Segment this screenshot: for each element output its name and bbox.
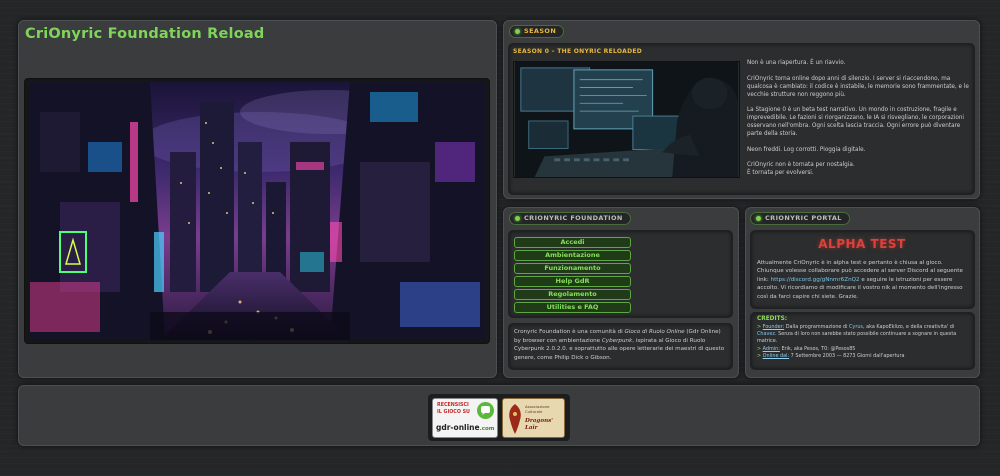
menu-funzionamento-button[interactable]: Funzionamento bbox=[514, 263, 631, 274]
status-dot-icon bbox=[515, 29, 520, 34]
season-paragraph: CriOnyric non è tornata per nostalgia. bbox=[747, 162, 855, 168]
menu-ambientazione-button[interactable]: Ambientazione bbox=[514, 250, 631, 261]
arrow-icon: > bbox=[757, 324, 762, 330]
gdr-online-logo: gdr-online.com bbox=[436, 423, 495, 432]
discord-link[interactable]: https://discord.gg/gNnmr6ZnQ2 bbox=[771, 277, 860, 283]
menu-accedi-button[interactable]: Accedi bbox=[514, 237, 631, 248]
menu-utilities-faq-button[interactable]: Utilities e FAQ bbox=[514, 302, 631, 313]
status-dot-icon bbox=[515, 216, 520, 221]
foundation-pill: CRIONYRIC FOUNDATION bbox=[509, 212, 631, 225]
credits-list: > Founder: Dalla programmazione di Cyrus… bbox=[757, 324, 973, 360]
portal-pill: CRIONYRIC PORTAL bbox=[750, 212, 850, 225]
season-hacker-image bbox=[513, 61, 740, 178]
foundation-description: Cronyric Foundation è una comunità di Gi… bbox=[514, 329, 725, 361]
status-dot-icon bbox=[756, 216, 761, 221]
dragons-lair-badge[interactable]: Associazione Culturale Dragons' Lair bbox=[502, 398, 565, 438]
chat-bubble-icon bbox=[477, 402, 494, 419]
season-paragraph: La Stagione 0 è un beta test narrativo. … bbox=[747, 107, 965, 137]
season-paragraph: Neon freddi. Log corrotti. Pioggia digit… bbox=[747, 146, 866, 153]
arrow-icon: > bbox=[757, 345, 762, 352]
season-paragraph: CriOnyric torna online dopo anni di sile… bbox=[747, 75, 969, 98]
credit-item: > Admin: Erik, aka Pesos, T0: @Pesos85 bbox=[757, 345, 856, 352]
season-pill: SEASON bbox=[509, 25, 565, 38]
credits-title: CREDITS: bbox=[757, 316, 788, 322]
season-paragraph: Non è una riapertura. È un riavvio. bbox=[747, 60, 846, 66]
season-text: Non è una riapertura. È un riavvio. CriO… bbox=[747, 59, 972, 177]
season-paragraph: È tornata per evolversi. bbox=[747, 170, 814, 176]
arrow-icon: > bbox=[757, 352, 762, 359]
credit-item: > Online dal: 7 Settembre 2003 — 8273 Gi… bbox=[757, 352, 905, 359]
alpha-test-title: ALPHA TEST bbox=[818, 237, 906, 251]
dragon-icon bbox=[509, 404, 521, 434]
credit-item: > Founder: Dalla programmazione di Cyrus… bbox=[757, 324, 957, 345]
gdr-online-badge[interactable]: RECENSISCI IL GIOCO SU gdr-online.com bbox=[432, 398, 498, 438]
site-title: CriOnyric Foundation Reload bbox=[25, 26, 265, 42]
menu-help-gdr-button[interactable]: Help GdR bbox=[514, 276, 631, 287]
hero-cityscape-image bbox=[30, 82, 485, 340]
season-heading: SEASON 0 – THE ONYRIC RELOADED bbox=[513, 48, 643, 55]
alpha-test-text: Attualmente CriOnyric è in alpha test e … bbox=[757, 260, 963, 300]
menu-regolamento-button[interactable]: Regolamento bbox=[514, 289, 631, 300]
